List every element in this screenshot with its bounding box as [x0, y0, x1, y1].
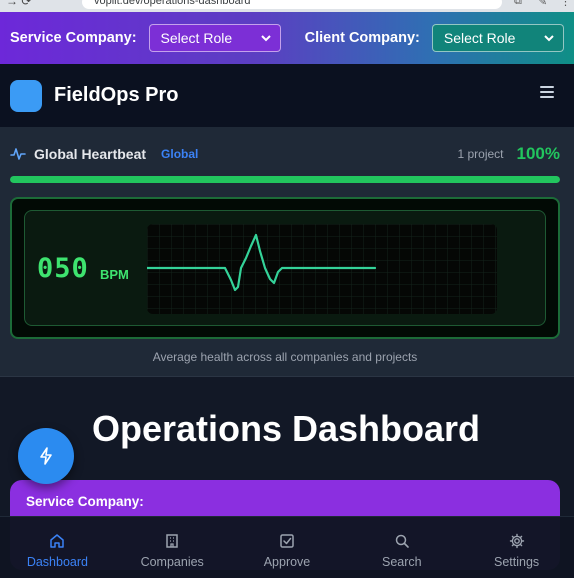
nav-companies[interactable]: Companies — [115, 517, 230, 578]
nav-label: Approve — [263, 555, 311, 569]
app-header: FieldOps Pro — [0, 64, 574, 128]
page-title: Operations Dashboard — [91, 408, 481, 449]
hamburger-menu-icon[interactable] — [540, 86, 554, 98]
app-logo — [10, 79, 42, 112]
nav-search[interactable]: Search — [344, 517, 459, 578]
edit-icon[interactable]: ✎ — [538, 0, 547, 8]
client-role-select[interactable]: Select Role — [431, 24, 564, 52]
nav-approve[interactable]: Approve — [230, 517, 345, 578]
bpm-unit: BPM — [100, 267, 129, 282]
activity-icon — [10, 148, 26, 160]
client-company-label: Client Company: — [304, 30, 420, 46]
health-progress-fill — [10, 176, 560, 183]
heartbeat-header: Global Heartbeat Global 1 project 100% — [10, 144, 560, 164]
check-square-icon — [280, 534, 294, 548]
extensions-icon[interactable]: ⧉ — [514, 0, 522, 8]
monitor-screen: 050 BPM — [24, 210, 546, 326]
gear-icon — [509, 533, 524, 549]
more-icon[interactable]: ⋮ — [560, 0, 571, 8]
role-selector-bar: Service Company: Select Role Client Comp… — [0, 12, 574, 64]
nav-label: Companies — [140, 555, 204, 569]
heartbeat-scope-badge: Global — [161, 147, 199, 161]
bottom-navigation: Dashboard Companies Approve Search Setti… — [0, 516, 574, 578]
ecg-waveform — [147, 224, 497, 314]
nav-settings[interactable]: Settings — [459, 517, 574, 578]
search-icon — [395, 534, 409, 548]
nav-dashboard[interactable]: Dashboard — [0, 517, 115, 578]
health-percent: 100% — [516, 144, 560, 163]
home-icon — [50, 534, 65, 548]
building-icon — [166, 534, 178, 548]
client-role-value: Select Role — [443, 30, 516, 46]
health-progress-bar — [10, 176, 560, 183]
service-role-select[interactable]: Select Role — [148, 24, 281, 52]
heart-monitor: 050 BPM — [10, 197, 560, 339]
service-company-card-label: Service Company: — [26, 494, 144, 509]
chevron-down-icon — [260, 35, 271, 42]
ecg-display — [147, 224, 497, 314]
global-heartbeat-panel: Global Heartbeat Global 1 project 100% 0… — [0, 128, 574, 377]
service-role-value: Select Role — [160, 30, 233, 46]
address-bar[interactable]: vopilt.dev/operations-dashboard — [82, 0, 502, 9]
heartbeat-caption: Average health across all companies and … — [152, 350, 418, 364]
lightning-icon — [40, 447, 52, 465]
bpm-value: 050 — [37, 253, 89, 284]
project-count: 1 project — [457, 147, 504, 161]
nav-label: Search — [381, 555, 422, 569]
nav-label: Dashboard — [26, 555, 88, 569]
heartbeat-title: Global Heartbeat — [34, 146, 147, 162]
nav-label: Settings — [494, 555, 540, 569]
chevron-down-icon — [544, 35, 554, 42]
app-title: FieldOps Pro — [54, 84, 179, 106]
quick-action-button[interactable] — [18, 428, 74, 484]
service-company-label: Service Company: — [10, 30, 137, 46]
browser-chrome: → ⟳ vopilt.dev/operations-dashboard ⧉ ✎ … — [0, 0, 574, 12]
browser-nav-icons[interactable]: → ⟳ — [6, 0, 31, 8]
